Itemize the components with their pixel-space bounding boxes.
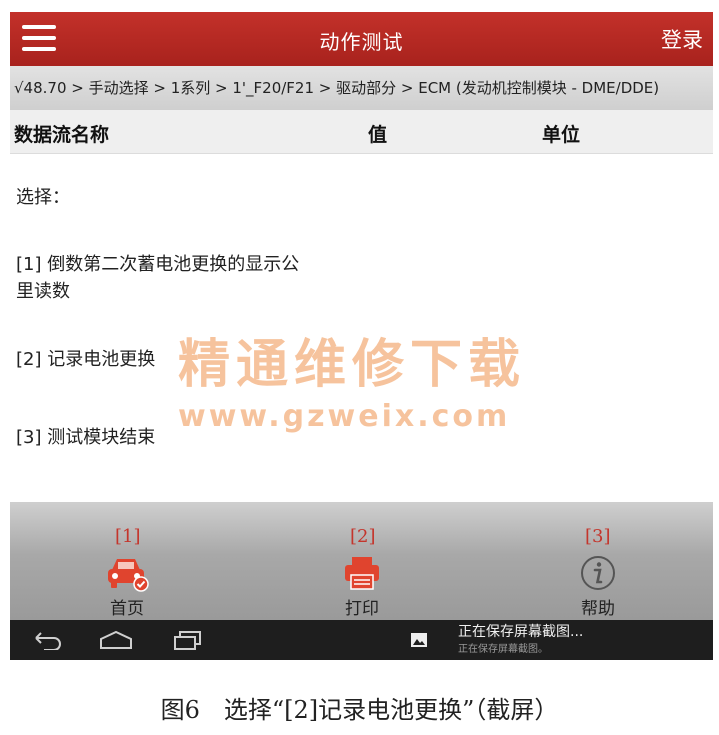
recent-apps-icon[interactable] (172, 630, 204, 650)
page-title: 动作测试 (319, 30, 404, 54)
print-button[interactable]: 打印 (317, 554, 407, 619)
help-label: 帮助 (581, 599, 615, 619)
breadcrumb: √48.70 > 手动选择 > 1系列 > 1'_F20/F21 > 驱动部分 … (10, 66, 713, 110)
figure-caption: 图6 选择“[2]记录电池更换”（截屏） (160, 696, 559, 724)
android-system-bar: 正在保存屏幕截图... 正在保存屏幕截图。 (10, 620, 713, 660)
home-button[interactable]: 首页 (82, 554, 172, 619)
option-2[interactable]: [2] 记录电池更换 (16, 346, 155, 373)
app-screen: 动作测试 登录 √48.70 > 手动选择 > 1系列 > 1'_F20/F21… (10, 12, 713, 660)
print-label: 打印 (345, 599, 379, 619)
car-check-icon (108, 559, 149, 592)
table-header: 数据流名称 值 单位 (10, 110, 713, 154)
notification-title: 正在保存屏幕截图... (458, 624, 584, 640)
printer-icon (345, 557, 379, 590)
marker-3: [3] (585, 526, 611, 547)
notification-subtitle: 正在保存屏幕截图。 (458, 644, 548, 655)
screenshot-image-icon (411, 633, 427, 647)
help-button[interactable]: 帮助 (553, 554, 643, 619)
marker-2: [2] (350, 526, 376, 547)
marker-1: [1] (115, 526, 141, 547)
login-button[interactable]: 登录 (661, 24, 703, 54)
selection-prompt: 选择： (16, 187, 70, 208)
watermark: 精通维修下载 www.gzweix.com (178, 322, 548, 434)
option-1-line-2[interactable]: 里读数 (16, 278, 70, 305)
info-icon (581, 556, 615, 590)
top-app-bar: 动作测试 登录 (10, 12, 713, 66)
screenshot-notification: 正在保存屏幕截图... 正在保存屏幕截图。 (458, 624, 583, 658)
column-unit-header: 单位 (542, 124, 581, 146)
watermark-url: www.gzweix.com (178, 399, 511, 434)
bottom-toolbar: [1] [2] [3] 首页 打印 帮助 (10, 502, 713, 620)
column-value-header: 值 (368, 124, 388, 146)
back-icon[interactable] (32, 630, 64, 650)
option-1-line-1[interactable]: [1] 倒数第二次蓄电池更换的显示公 (16, 251, 299, 278)
option-3[interactable]: [3] 测试模块结束 (16, 424, 155, 451)
watermark-title: 精通维修下载 (178, 335, 527, 395)
column-name-header: 数据流名称 (14, 124, 110, 146)
home-label: 首页 (110, 599, 144, 619)
home-nav-icon[interactable] (98, 630, 134, 650)
